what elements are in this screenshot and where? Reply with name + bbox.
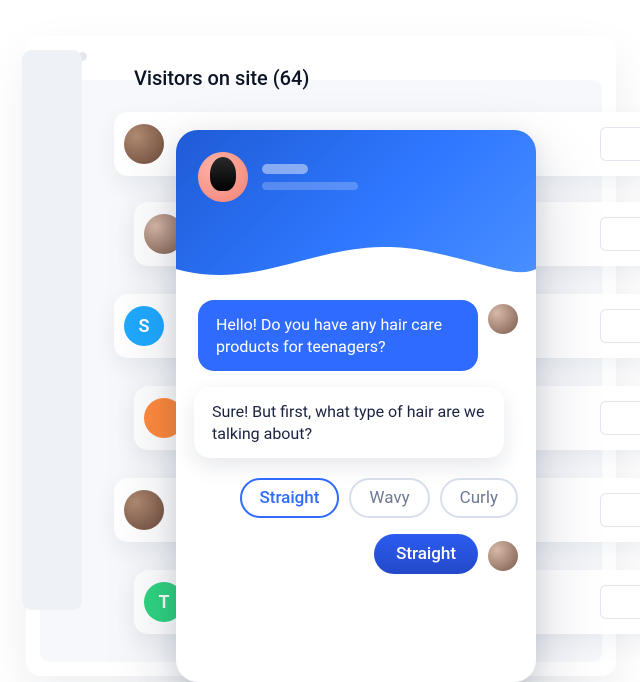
chat-header <box>176 130 536 288</box>
avatar-initial: S <box>124 306 164 346</box>
visitor-avatar <box>488 304 518 334</box>
option-wavy-button[interactable]: Wavy <box>349 478 429 518</box>
quick-reply-options: Straight Wavy Curly <box>194 478 518 518</box>
selected-reply-pill: Straight <box>374 534 478 574</box>
visitor-avatar <box>488 541 518 571</box>
option-curly-button[interactable]: Curly <box>440 478 518 518</box>
chat-widget: Hello! Do you have any hair care product… <box>176 130 536 682</box>
message-row-visitor: Hello! Do you have any hair care product… <box>194 300 518 371</box>
agent-name-placeholder <box>262 164 358 190</box>
chat-body: Hello! Do you have any hair care product… <box>176 282 536 682</box>
selected-reply-row: Straight <box>194 534 518 574</box>
row-action-placeholder[interactable] <box>600 217 640 251</box>
page-title: Visitors on site (64) <box>134 66 309 90</box>
agent-avatar <box>198 152 248 202</box>
window-controls <box>26 36 616 71</box>
row-action-placeholder[interactable] <box>600 127 640 161</box>
chat-agent-info <box>198 152 514 202</box>
option-straight-button[interactable]: Straight <box>240 478 340 518</box>
avatar <box>124 124 164 164</box>
agent-message-bubble: Sure! But first, what type of hair are w… <box>194 387 504 458</box>
row-action-placeholder[interactable] <box>600 309 640 343</box>
visitor-message-bubble: Hello! Do you have any hair care product… <box>198 300 478 371</box>
row-action-placeholder[interactable] <box>600 585 640 619</box>
message-row-agent: Sure! But first, what type of hair are w… <box>194 387 518 458</box>
row-action-placeholder[interactable] <box>600 401 640 435</box>
sidebar-placeholder <box>22 50 82 610</box>
row-action-placeholder[interactable] <box>600 493 640 527</box>
avatar <box>124 490 164 530</box>
